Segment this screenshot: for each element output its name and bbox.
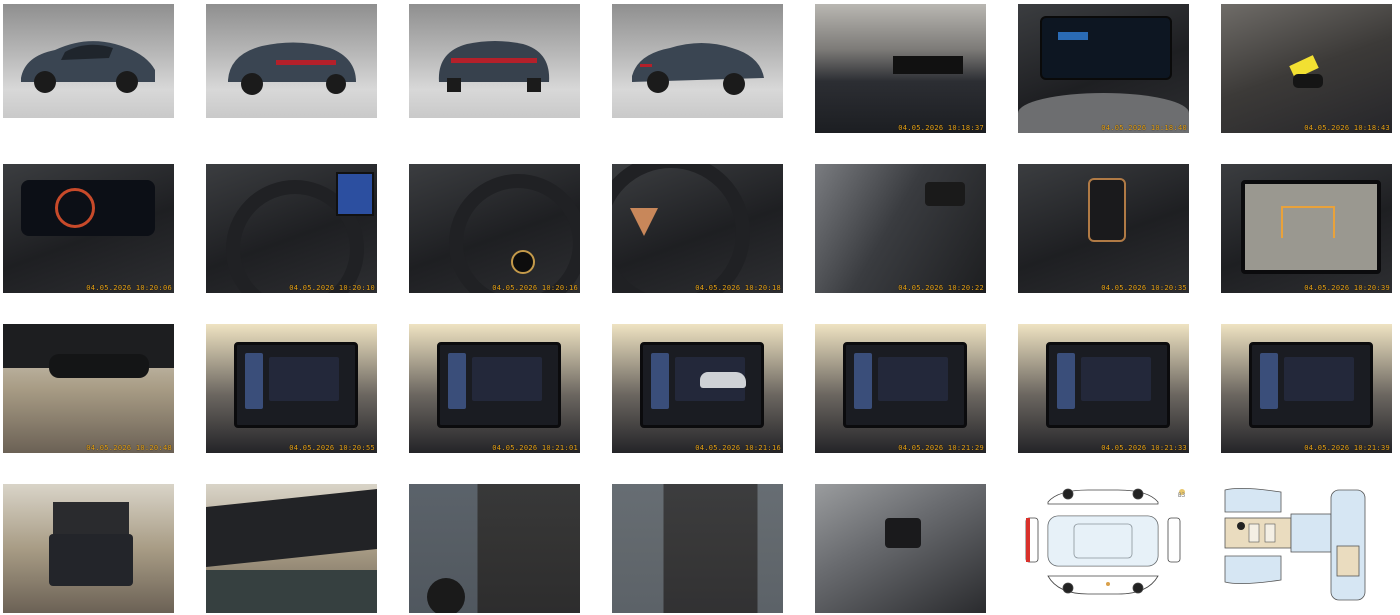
timestamp: 04.05.2026 10:18:43	[1304, 124, 1390, 132]
thumbnail[interactable]	[3, 484, 174, 613]
thumbnail[interactable]: 04.05.2026 10:18:40	[1018, 4, 1189, 133]
thumbnail[interactable]	[3, 4, 174, 118]
timestamp: 04.05.2026 10:21:29	[898, 444, 984, 452]
thumbnail[interactable]: 04.05.2026 10:21:29	[815, 324, 986, 453]
thumbnail[interactable]	[612, 4, 783, 118]
timestamp: 04.05.2026 10:21:33	[1101, 444, 1187, 452]
timestamp: 04.05.2026 10:20:22	[898, 284, 984, 292]
thumbnail[interactable]: 04.05.2026 10:20:22	[815, 164, 986, 293]
thumbnail[interactable]	[206, 4, 377, 118]
timestamp: 04.05.2026 10:20:48	[86, 444, 172, 452]
thumbnail[interactable]: 04.05.2026 10:21:33	[1018, 324, 1189, 453]
thumbnail[interactable]: 04.05.2026 10:20:16	[409, 164, 580, 293]
thumbnail[interactable]: 04.05.2026 10:18:43	[1221, 4, 1392, 133]
thumbnail[interactable]: 04.05.2026 10:20:06	[3, 164, 174, 293]
diagram-legend: B3	[1178, 492, 1186, 499]
thumbnail[interactable]: 04.05.2026 10:20:35	[1018, 164, 1189, 293]
thumbnail[interactable]	[409, 4, 580, 118]
rear-floor-photo-icon	[815, 484, 986, 613]
thumbnail[interactable]	[815, 484, 986, 613]
thumbnail[interactable]	[612, 484, 783, 613]
thumbnail[interactable]	[206, 484, 377, 613]
thumbnail[interactable]: 04.05.2026 10:20:18	[612, 164, 783, 293]
timestamp: 04.05.2026 10:18:37	[898, 124, 984, 132]
timestamp: 04.05.2026 10:21:39	[1304, 444, 1390, 452]
timestamp: 04.05.2026 10:21:16	[695, 444, 781, 452]
thumbnail[interactable]: 04.05.2026 10:21:39	[1221, 324, 1392, 453]
thumbnail[interactable]	[1221, 484, 1392, 613]
timestamp: 04.05.2026 10:18:40	[1101, 124, 1187, 132]
timestamp: 04.05.2026 10:20:18	[695, 284, 781, 292]
thumbnail[interactable]: 04.05.2026 10:20:55	[206, 324, 377, 453]
thumbnail[interactable]: 04.05.2026 10:21:01	[409, 324, 580, 453]
timestamp: 04.05.2026 10:21:01	[492, 444, 578, 452]
thumbnail[interactable]	[409, 484, 580, 613]
photo-gallery: 04.05.2026 10:18:37 04.05.2026 10:18:40 …	[3, 4, 1392, 613]
timestamp: 04.05.2026 10:20:39	[1304, 284, 1390, 292]
timestamp: 04.05.2026 10:20:16	[492, 284, 578, 292]
thumbnail[interactable]: 04.05.2026 10:20:48	[3, 324, 174, 453]
timestamp: 04.05.2026 10:20:35	[1101, 284, 1187, 292]
thumbnail[interactable]: 04.05.2026 10:20:10	[206, 164, 377, 293]
timestamp: 04.05.2026 10:20:55	[289, 444, 375, 452]
thumbnail[interactable]: 04.05.2026 10:18:37	[815, 4, 986, 133]
thumbnail[interactable]: 04.05.2026 10:21:16	[612, 324, 783, 453]
timestamp: 04.05.2026 10:20:06	[86, 284, 172, 292]
thumbnail[interactable]: B3	[1018, 484, 1189, 613]
timestamp: 04.05.2026 10:20:10	[289, 284, 375, 292]
thumbnail[interactable]: 04.05.2026 10:20:39	[1221, 164, 1392, 293]
